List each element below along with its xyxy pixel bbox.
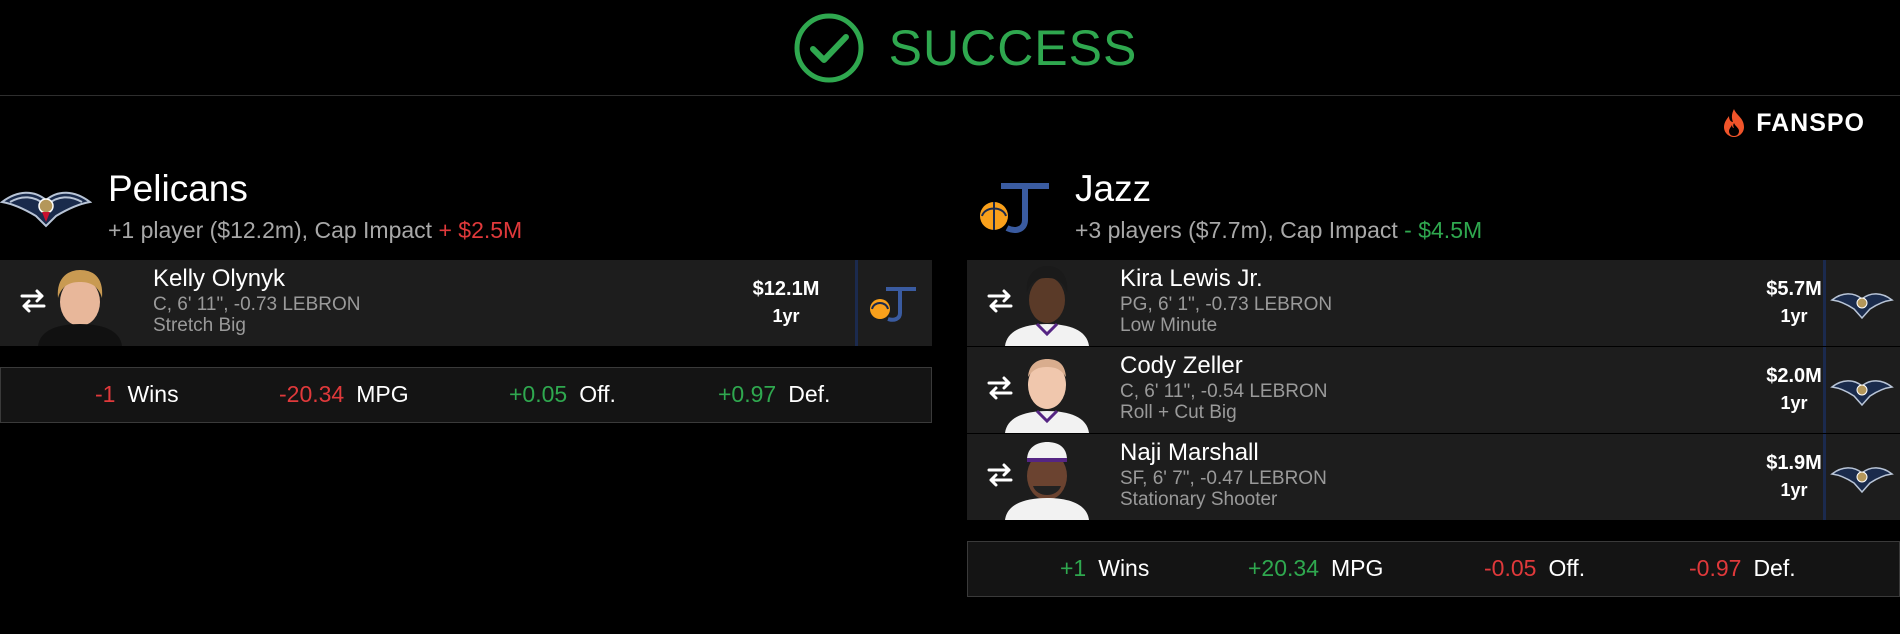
player-position-line: C, 6' 11", -0.54 LEBRON (1120, 381, 1328, 402)
player-info: Kira Lewis Jr. PG, 6' 1", -0.73 LEBRON L… (1120, 264, 1332, 336)
jazz-logo-icon (980, 183, 1049, 233)
player-photo (997, 436, 1097, 520)
flame-icon (1724, 109, 1745, 137)
stat-label: Off. (579, 381, 616, 407)
player-card[interactable]: Naji Marshall SF, 6' 7", -0.47 LEBRON St… (967, 434, 1900, 521)
success-status-text: SUCCESS (888, 19, 1138, 76)
player-info: Kelly Olynyk C, 6' 11", -0.73 LEBRON Str… (153, 264, 361, 336)
player-name[interactable]: Kira Lewis Jr. (1120, 264, 1332, 294)
team-panel-jazz: Jazz +3 players ($7.7m), Cap Impact - $4… (967, 160, 1900, 597)
player-salary: $12.1M (752, 278, 820, 300)
player-contract: $12.1M 1yr (741, 275, 831, 329)
player-role: Low Minute (1120, 315, 1218, 336)
player-photo (30, 262, 130, 346)
stat-offense: +0.05 Off. (509, 381, 616, 408)
stat-mpg: -20.34 MPG (279, 381, 409, 408)
stat-label: Wins (127, 381, 179, 407)
team-summary-text: +1 player ($12.2m), Cap Impact (108, 217, 433, 243)
player-card[interactable]: Kira Lewis Jr. PG, 6' 1", -0.73 LEBRON L… (967, 260, 1900, 347)
stat-wins: -1 Wins (95, 381, 179, 408)
player-role: Stretch Big (153, 315, 246, 336)
player-name[interactable]: Naji Marshall (1120, 438, 1327, 468)
player-card[interactable]: Kelly Olynyk C, 6' 11", -0.73 LEBRON Str… (0, 260, 932, 347)
player-contract-years: 1yr (772, 306, 800, 326)
stat-mpg: +20.34 MPG (1248, 555, 1383, 582)
player-role: Roll + Cut Big (1120, 402, 1237, 423)
checkmark-circle-icon (794, 13, 864, 82)
player-role: Stationary Shooter (1120, 489, 1278, 510)
destination-team (855, 260, 929, 346)
stat-label: Wins (1098, 555, 1150, 581)
player-info: Naji Marshall SF, 6' 7", -0.47 LEBRON St… (1120, 438, 1327, 510)
player-name[interactable]: Kelly Olynyk (153, 264, 361, 294)
stat-label: Off. (1548, 555, 1586, 581)
fanspo-brand[interactable]: FANSPO (1720, 108, 1865, 138)
stat-label: MPG (356, 381, 409, 407)
brand-name: FANSPO (1756, 108, 1865, 137)
destination-team (1823, 434, 1897, 520)
cap-impact-value: + $2.5M (438, 217, 523, 243)
pelicans-logo-icon (0, 191, 92, 228)
team-summary: +3 players ($7.7m), Cap Impact - $4.5M (1075, 217, 1482, 244)
stat-label: MPG (1331, 555, 1384, 581)
team-name: Jazz (1075, 168, 1152, 209)
stat-value: +0.97 (718, 381, 777, 407)
stat-value: +20.34 (1248, 555, 1319, 581)
stat-label: Def. (1753, 555, 1796, 581)
team-summary-text: +3 players ($7.7m), Cap Impact (1075, 217, 1398, 243)
team-impact-stats: +1 Wins +20.34 MPG -0.05 Off. -0.97 Def. (967, 541, 1900, 597)
team-header: Jazz +3 players ($7.7m), Cap Impact - $4… (967, 160, 1900, 260)
stat-value: -0.05 (1484, 555, 1537, 581)
stat-offense: -0.05 Off. (1484, 555, 1585, 582)
stat-value: +0.05 (509, 381, 568, 407)
destination-team (1823, 260, 1897, 346)
stat-value: -20.34 (279, 381, 345, 407)
cap-impact-value: - $4.5M (1404, 217, 1483, 243)
pelicans-logo-icon (1829, 380, 1894, 407)
player-info: Cody Zeller C, 6' 11", -0.54 LEBRON Roll… (1120, 351, 1328, 423)
player-position-line: SF, 6' 7", -0.47 LEBRON (1120, 468, 1327, 489)
stat-value: -0.97 (1689, 555, 1742, 581)
stat-defense: -0.97 Def. (1689, 555, 1796, 582)
success-banner: SUCCESS (0, 0, 1900, 96)
team-panel-pelicans: Pelicans +1 player ($12.2m), Cap Impact … (0, 160, 932, 423)
player-photo (997, 262, 1097, 346)
pelicans-logo-icon (1829, 293, 1894, 320)
player-position-line: C, 6' 11", -0.73 LEBRON (153, 294, 361, 315)
team-name: Pelicans (108, 168, 248, 209)
team-impact-stats: -1 Wins -20.34 MPG +0.05 Off. +0.97 Def. (0, 367, 932, 423)
stat-value: +1 (1060, 555, 1087, 581)
team-summary: +1 player ($12.2m), Cap Impact + $2.5M (108, 217, 522, 244)
jazz-logo-icon (869, 287, 916, 322)
player-photo (997, 349, 1097, 433)
team-header: Pelicans +1 player ($12.2m), Cap Impact … (0, 160, 932, 260)
player-name[interactable]: Cody Zeller (1120, 351, 1328, 381)
player-position-line: PG, 6' 1", -0.73 LEBRON (1120, 294, 1333, 315)
stat-wins: +1 Wins (1060, 555, 1149, 582)
stat-value: -1 (95, 381, 116, 407)
stat-label: Def. (788, 381, 831, 407)
pelicans-logo-icon (1829, 467, 1894, 494)
stat-defense: +0.97 Def. (718, 381, 830, 408)
player-card[interactable]: Cody Zeller C, 6' 11", -0.54 LEBRON Roll… (967, 347, 1900, 434)
destination-team (1823, 347, 1897, 433)
